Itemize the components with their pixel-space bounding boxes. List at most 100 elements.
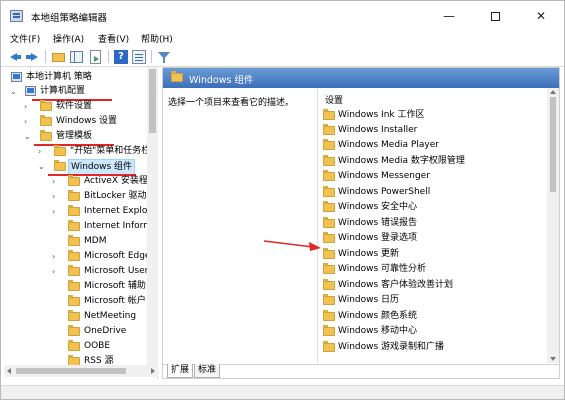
export-list-button[interactable] — [88, 49, 104, 65]
tree-item-label: Microsoft User — [84, 266, 149, 276]
folder-icon — [40, 130, 52, 141]
app-icon — [10, 10, 23, 22]
column-header-settings[interactable]: 设置 — [325, 93, 343, 106]
tree-item-label: OneDrive — [84, 326, 127, 336]
folder-icon — [323, 201, 335, 212]
minimize-icon: — — [443, 9, 455, 23]
forward-button[interactable] — [25, 49, 41, 65]
maximize-icon — [490, 12, 500, 21]
folder-icon — [68, 250, 80, 261]
up-folder-icon — [52, 53, 65, 62]
scroll-right-icon[interactable] — [151, 368, 155, 374]
folder-icon — [68, 190, 80, 201]
folder-icon — [323, 263, 335, 274]
chevron-right-icon[interactable]: › — [52, 264, 61, 279]
folder-icon — [68, 205, 80, 216]
tree-item-label: 管理模板 — [56, 131, 93, 141]
view-tabs: 扩展 标准 — [163, 364, 559, 378]
status-bar — [1, 385, 564, 399]
list-item-label: Windows 日历 — [338, 295, 400, 305]
folder-icon — [68, 175, 80, 186]
properties-button[interactable] — [131, 49, 147, 65]
folder-icon — [323, 325, 335, 336]
menu-view[interactable]: 查看(V) — [98, 32, 129, 45]
list-item-label: Windows 移动中心 — [338, 326, 418, 336]
tree-item-label: 软件设置 — [56, 101, 93, 111]
tab-standard[interactable]: 标准 — [194, 364, 221, 378]
up-level-button[interactable] — [51, 49, 67, 65]
computer-icon — [25, 86, 36, 96]
menu-help[interactable]: 帮助(H) — [141, 32, 173, 45]
folder-icon — [323, 279, 335, 290]
list-item-label: Windows 登录选项 — [338, 233, 418, 243]
list-item-label: Windows Media Player — [338, 140, 439, 150]
tree-item-label: Windows 设置 — [56, 116, 118, 126]
minimize-button[interactable]: — — [426, 1, 472, 31]
filter-button[interactable] — [156, 49, 172, 65]
tree-item-label: 本地计算机 策略 — [26, 72, 92, 82]
folder-icon — [171, 71, 183, 82]
close-button[interactable]: ✕ — [518, 1, 564, 31]
tree-item-label: MDM — [84, 236, 107, 246]
folder-icon — [68, 325, 80, 336]
folder-icon — [323, 232, 335, 243]
list-item-label: Windows 颜色系统 — [338, 311, 418, 321]
chevron-right-icon[interactable]: › — [38, 144, 47, 159]
tree-item-label: 计算机配置 — [40, 86, 86, 96]
tree-item-label: Microsoft 辅助 — [84, 281, 146, 291]
forward-arrow-icon — [26, 53, 38, 61]
details-vertical-scrollbar[interactable] — [547, 88, 559, 363]
maximize-button[interactable] — [472, 1, 518, 31]
folder-icon — [68, 220, 80, 231]
list-item-label: Windows 游戏录制和广播 — [338, 342, 445, 352]
help-button[interactable]: ? — [113, 49, 129, 65]
show-hide-tree-icon — [70, 51, 83, 63]
scroll-up-icon[interactable] — [550, 90, 556, 94]
show-hide-tree-button[interactable] — [69, 49, 85, 65]
tree-vertical-scrollbar[interactable] — [147, 67, 158, 365]
chevron-right-icon[interactable]: › — [24, 99, 33, 114]
list-item-label: Windows 客户体验改善计划 — [338, 280, 454, 290]
menu-action[interactable]: 操作(A) — [53, 32, 84, 45]
folder-icon — [40, 100, 52, 111]
folder-icon — [68, 295, 80, 306]
description-text: 选择一个项目来查看它的描述。 — [168, 98, 295, 108]
scrollbar-thumb[interactable] — [16, 368, 126, 374]
list-item-label: Windows 安全中心 — [338, 202, 418, 212]
tree-pane[interactable]: 本地计算机 策略 ⌄ 计算机配置 › 软件设置 › Windows 设置 ⌄ 管… — [4, 67, 158, 379]
list-item-label: Windows Messenger — [338, 171, 430, 181]
list-item-label: Windows PowerShell — [338, 187, 431, 197]
toolbar: ? — [1, 47, 564, 67]
folder-icon — [323, 139, 335, 150]
list-item-label: Windows Media 数字权限管理 — [338, 156, 465, 166]
toolbar-separator — [151, 50, 152, 63]
chevron-down-icon[interactable]: ⌄ — [38, 159, 47, 174]
tree-horizontal-scrollbar[interactable] — [4, 365, 158, 377]
folder-icon — [68, 265, 80, 276]
scrollbar-thumb[interactable] — [550, 97, 556, 192]
chevron-right-icon[interactable]: › — [24, 114, 33, 129]
filter-icon — [158, 52, 170, 63]
menu-file[interactable]: 文件(F) — [10, 32, 40, 45]
toolbar-separator — [108, 50, 109, 63]
chevron-right-icon[interactable]: › — [52, 189, 61, 204]
tab-extended[interactable]: 扩展 — [167, 364, 194, 378]
folder-icon — [68, 340, 80, 351]
scroll-left-icon[interactable] — [7, 368, 11, 374]
details-header-title: Windows 组件 — [189, 75, 254, 86]
chevron-right-icon[interactable]: › — [52, 204, 61, 219]
scroll-down-icon[interactable] — [550, 357, 556, 361]
back-button[interactable] — [8, 49, 24, 65]
chevron-right-icon[interactable]: › — [52, 249, 61, 264]
chevron-down-icon[interactable]: ⌄ — [10, 84, 19, 99]
properties-icon — [132, 50, 146, 64]
scrollbar-thumb[interactable] — [149, 69, 156, 133]
tree-item-label: Microsoft Edge — [84, 251, 151, 261]
chevron-right-icon[interactable]: › — [52, 174, 61, 189]
tree-item-label: BitLocker 驱动器 — [84, 191, 156, 201]
window-title: 本地组策略编辑器 — [31, 13, 108, 24]
title-bar: 本地组策略编辑器 — ✕ — [1, 1, 564, 31]
chevron-down-icon[interactable]: ⌄ — [24, 129, 33, 144]
menu-bar: 文件(F) 操作(A) 查看(V) 帮助(H) — [1, 31, 564, 47]
list-item-label: Windows 错误报告 — [338, 218, 418, 228]
